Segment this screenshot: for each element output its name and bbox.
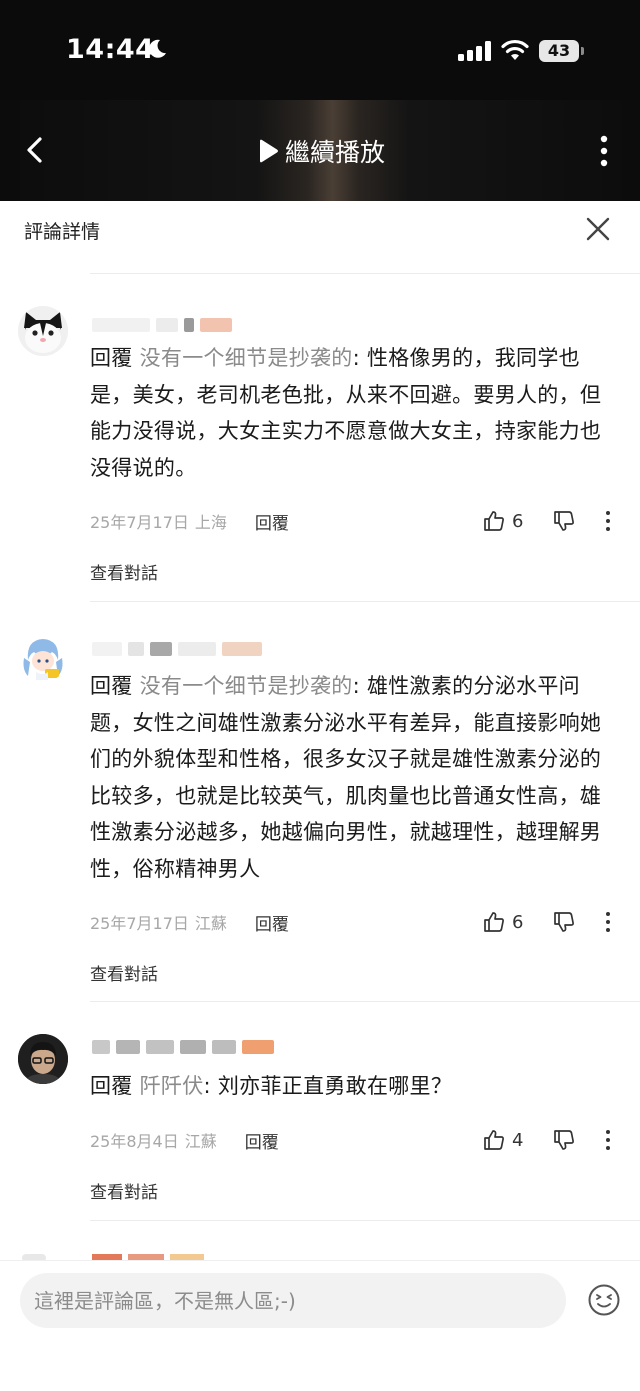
comment-content: : 雄性激素的分泌水平问题，女性之间雄性激素分泌水平有差异，能直接影响她们的外貌…: [90, 674, 602, 881]
reply-to-username[interactable]: 没有一个细节是抄袭的: [140, 674, 353, 698]
person-avatar-image: [18, 1034, 68, 1084]
battery-level: 43: [547, 41, 571, 60]
reply-button[interactable]: 回覆: [255, 910, 289, 935]
more-vertical-icon[interactable]: [604, 510, 612, 532]
divider: [90, 273, 640, 274]
comment-text: 回覆 阡阡伏: 刘亦菲正直勇敢在哪里？: [90, 1068, 620, 1105]
panel-title: 評論詳情: [24, 221, 101, 243]
reply-prefix: 回覆: [90, 346, 133, 370]
continue-play-label: 繼續播放: [285, 138, 386, 167]
comment-text: 回覆 没有一个细节是抄袭的: 性格像男的，我同学也是，美女，老司机老色批，从来不…: [90, 340, 620, 486]
reply-to-username[interactable]: 阡阡伏: [140, 1074, 204, 1098]
comment-date: 25年7月17日: [90, 914, 189, 933]
status-time: 14:44: [66, 34, 155, 65]
blurred-username: [92, 1038, 274, 1056]
status-bar: 14:44 43: [0, 0, 640, 100]
more-vertical-icon[interactable]: [604, 911, 612, 933]
like-count: 4: [512, 1129, 524, 1151]
comment-input[interactable]: [20, 1273, 566, 1328]
play-icon: [260, 139, 278, 163]
like-button[interactable]: 4: [482, 1127, 523, 1153]
blurred-username: [92, 316, 232, 334]
divider: [90, 1220, 640, 1221]
reply-button[interactable]: 回覆: [245, 1128, 279, 1153]
view-conversation-link[interactable]: 查看對話: [90, 1178, 158, 1203]
comment-date: 25年7月17日: [90, 513, 189, 532]
like-button[interactable]: 6: [482, 909, 523, 935]
emoji-icon[interactable]: [587, 1283, 621, 1317]
blurred-username: [92, 640, 262, 658]
divider: [90, 601, 640, 602]
thumbs-down-icon[interactable]: [551, 1127, 577, 1153]
thumbs-down-icon[interactable]: [551, 508, 577, 534]
avatar[interactable]: [18, 632, 68, 682]
like-count: 6: [512, 510, 524, 532]
more-vertical-icon[interactable]: [596, 134, 612, 168]
comment-location: 江蘇: [184, 1132, 217, 1151]
reply-prefix: 回覆: [90, 674, 133, 698]
battery-icon: 43: [539, 40, 579, 62]
video-header: 繼續播放: [0, 100, 640, 201]
back-icon[interactable]: [20, 130, 52, 170]
cat-avatar-image: [18, 306, 68, 356]
comment-content: : 刘亦菲正直勇敢在哪里？: [203, 1074, 453, 1098]
like-count: 6: [512, 911, 524, 933]
like-button[interactable]: 6: [482, 508, 523, 534]
avatar[interactable]: [18, 1034, 68, 1084]
comment-detail-header: 評論詳情: [0, 201, 640, 257]
thumbs-up-icon: [484, 511, 504, 531]
signal-icon: [458, 41, 491, 61]
view-conversation-link[interactable]: 查看對話: [90, 960, 158, 985]
comment-date: 25年8月4日: [90, 1132, 179, 1151]
continue-play-button[interactable]: 繼續播放: [257, 132, 385, 170]
avatar[interactable]: [18, 306, 68, 356]
reply-to-username[interactable]: 没有一个细节是抄袭的: [140, 346, 353, 370]
reply-prefix: 回覆: [90, 1074, 133, 1098]
view-conversation-link[interactable]: 查看對話: [90, 559, 158, 584]
more-vertical-icon[interactable]: [604, 1129, 612, 1151]
anime-girl-avatar-image: [18, 632, 68, 682]
comment-text: 回覆 没有一个细节是抄袭的: 雄性激素的分泌水平问题，女性之间雄性激素分泌水平有…: [90, 668, 620, 887]
thumbs-down-icon[interactable]: [551, 909, 577, 935]
comment-location: 上海: [194, 513, 227, 532]
moon-icon: [149, 39, 166, 58]
divider: [90, 1001, 640, 1002]
thumbs-up-icon: [484, 1130, 504, 1150]
battery-tip: [581, 47, 584, 55]
comment-location: 江蘇: [194, 914, 227, 933]
wifi-icon: [501, 39, 529, 60]
comment-meta: 25年7月17日 江蘇 回覆: [90, 910, 289, 935]
reply-button[interactable]: 回覆: [255, 509, 289, 534]
close-icon[interactable]: [583, 214, 613, 244]
thumbs-up-icon: [484, 912, 504, 932]
comment-input-bar: [0, 1260, 640, 1391]
comment-meta: 25年8月4日 江蘇 回覆: [90, 1128, 279, 1153]
comment-meta: 25年7月17日 上海 回覆: [90, 509, 289, 534]
